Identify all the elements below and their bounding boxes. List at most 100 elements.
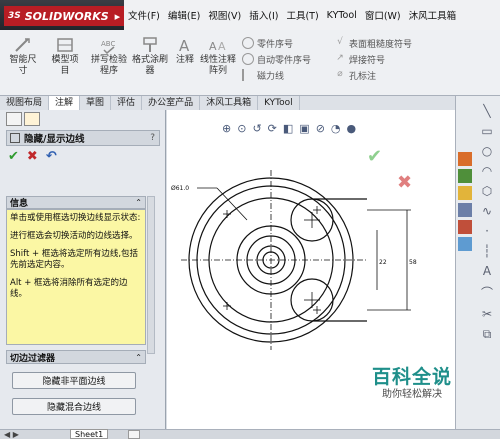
note-label: 注释 xyxy=(175,55,194,65)
sheet-tab[interactable]: Sheet1 xyxy=(70,429,109,439)
smart-dimension-label: 智能尺寸 xyxy=(9,55,37,76)
panel-header: 隐藏/显示边线 ? xyxy=(6,130,160,146)
note-icon: A xyxy=(179,37,190,54)
property-manager-tab-icon[interactable] xyxy=(24,112,40,126)
menu-tools[interactable]: 工具(T) xyxy=(282,8,322,22)
format-painter-label: 格式涂刷器 xyxy=(132,55,169,76)
info-line: 进行框选会切换活动的边线选择。 xyxy=(10,231,138,241)
line-tool-icon[interactable]: ╲ xyxy=(483,104,490,118)
file-explorer-icon[interactable] xyxy=(458,186,472,200)
menu-edit[interactable]: 编辑(E) xyxy=(164,8,204,22)
ok-check-icon[interactable]: ✔ xyxy=(8,150,19,164)
custom-properties-icon[interactable] xyxy=(458,237,472,251)
filter-header-label: 切边过滤器 xyxy=(10,353,56,364)
menu-mufeng[interactable]: 沐风工具箱 xyxy=(405,8,461,22)
menu-bar: 文件(F) 编辑(E) 视图(V) 插入(I) 工具(T) KYTool 窗口(… xyxy=(124,0,500,30)
panel-title: 隐藏/显示边线 xyxy=(24,134,85,145)
dimension-58[interactable]: 58 xyxy=(409,259,417,266)
add-sheet-icon[interactable] xyxy=(128,430,140,439)
ds-logo-icon: 3S xyxy=(8,11,21,21)
tab-evaluate[interactable]: 评估 xyxy=(111,96,143,110)
hide-nonplanar-edges-button[interactable]: 隐藏非平面边线 xyxy=(12,372,136,389)
tab-sketch[interactable]: 草图 xyxy=(80,96,112,110)
filter-header[interactable]: 切边过滤器 ⌃ xyxy=(6,350,146,364)
watermark-subtitle: 助你轻松解决 xyxy=(382,389,442,400)
hide-blend-edges-button[interactable]: 隐藏混合边线 xyxy=(12,398,136,415)
hide-show-edges-icon xyxy=(10,133,20,143)
text-tool-icon[interactable]: A xyxy=(483,264,491,278)
linear-note-pattern-button[interactable]: AA 线性注释阵列 xyxy=(200,36,236,77)
info-header[interactable]: 信息 ⌃ xyxy=(6,196,146,209)
rectangle-tool-icon[interactable]: ▭ xyxy=(481,124,492,138)
menu-window[interactable]: 窗口(W) xyxy=(361,8,405,22)
spline-tool-icon[interactable]: ∿ xyxy=(482,204,492,218)
format-painter-button[interactable]: 格式涂刷器 xyxy=(132,36,168,77)
point-tool-icon[interactable]: · xyxy=(485,224,489,238)
panel-tab-strip xyxy=(6,112,46,126)
spell-check-icon: ABC xyxy=(101,40,115,54)
sheet-nav-arrows[interactable]: ◀ ▶ xyxy=(4,430,19,439)
menu-view[interactable]: 视图(V) xyxy=(204,8,245,22)
tab-mufeng[interactable]: 沐风工具箱 xyxy=(200,96,259,110)
panel-actions: ✔ ✖ ↶ xyxy=(8,150,57,164)
auto-balloon-button[interactable]: 自动零件序号 xyxy=(242,51,311,67)
watermark-title: 百科全说 xyxy=(371,366,452,388)
hole-callout-button[interactable]: ⌀ 孔标注 xyxy=(334,67,412,83)
smart-dimension-button[interactable]: 智能尺寸 xyxy=(6,36,40,77)
logo-text: SOLIDWORKS xyxy=(24,9,109,23)
note-button[interactable]: A 注释 xyxy=(172,36,198,66)
menu-file[interactable]: 文件(F) xyxy=(124,8,164,22)
solidworks-logo[interactable]: 3S SOLIDWORKS ▸ xyxy=(4,6,124,26)
design-library-icon[interactable] xyxy=(458,169,472,183)
property-manager: 隐藏/显示边线 ? ✔ ✖ ↶ 信息 ⌃ 单击或使用框选切换边线显示状态: 进行… xyxy=(0,110,166,429)
spell-check-label: 拼写检验程序 xyxy=(90,55,127,76)
tab-annotation[interactable]: 注解 xyxy=(49,96,81,110)
circle-tool-icon[interactable]: ○ xyxy=(482,144,492,158)
help-icon[interactable]: ? xyxy=(150,133,155,143)
surface-finish-button[interactable]: √ 表面粗糙度符号 xyxy=(334,35,412,51)
undo-icon[interactable]: ↶ xyxy=(46,150,57,164)
model-items-label: 模型项目 xyxy=(51,55,79,76)
home-icon[interactable] xyxy=(458,152,472,166)
smart-dimension-icon xyxy=(15,38,30,52)
balloon-group: 零件序号 自动零件序号 磁力线 xyxy=(242,35,311,83)
arc-tool-icon[interactable]: ◠ xyxy=(482,164,492,178)
weld-symbol-button[interactable]: ↗ 焊接符号 xyxy=(334,51,412,67)
surface-finish-icon: √ xyxy=(337,37,343,47)
svg-text:A: A xyxy=(209,40,217,53)
spell-check-button[interactable]: ABC 拼写检验程序 xyxy=(90,36,128,77)
fillet-tool-icon[interactable]: ⌒ xyxy=(481,284,493,301)
centerline-tool-icon[interactable]: ┆ xyxy=(483,244,490,258)
collapse-icon[interactable]: ⌃ xyxy=(135,198,142,207)
format-painter-icon xyxy=(143,37,157,52)
task-pane-tabs xyxy=(458,152,474,272)
svg-text:A: A xyxy=(218,40,226,53)
diameter-dimension[interactable]: Ø61.0 xyxy=(171,185,189,192)
trim-tool-icon[interactable]: ✂ xyxy=(482,307,492,321)
cancel-x-icon[interactable]: ✖ xyxy=(27,150,38,164)
menu-insert[interactable]: 插入(I) xyxy=(245,8,282,22)
panel-scrollbar[interactable] xyxy=(147,196,155,354)
feature-tree-tab-icon[interactable] xyxy=(6,112,22,126)
balloon-button[interactable]: 零件序号 xyxy=(242,35,311,51)
magnetic-line-button[interactable]: 磁力线 xyxy=(242,67,311,83)
auto-balloon-label: 自动零件序号 xyxy=(257,55,312,66)
menu-kytool[interactable]: KYTool xyxy=(323,10,361,21)
mirror-tool-icon[interactable]: ⧉ xyxy=(483,327,492,342)
weld-symbol-icon: ↗ xyxy=(336,53,344,63)
svg-text:A: A xyxy=(179,37,190,54)
info-box: 单击或使用框选切换边线显示状态: 进行框选会切换活动的边线选择。 Shift +… xyxy=(6,209,146,345)
info-line: Alt + 框选将消除所有选定的边线。 xyxy=(10,278,128,299)
view-palette-icon[interactable] xyxy=(458,203,472,217)
polygon-tool-icon[interactable]: ⬡ xyxy=(482,184,492,198)
model-items-button[interactable]: 模型项目 xyxy=(48,36,82,77)
appearances-icon[interactable] xyxy=(458,220,472,234)
tab-office-products[interactable]: 办公室产品 xyxy=(142,96,201,110)
dimension-22[interactable]: 22 xyxy=(379,259,387,266)
tab-kytool[interactable]: KYTool xyxy=(258,96,300,110)
info-line: Shift + 框选将选定所有边线,包括先前选定内容。 xyxy=(10,249,139,270)
menu-arrow-icon[interactable]: ▸ xyxy=(115,10,121,23)
tab-view-layout[interactable]: 视图布局 xyxy=(0,96,50,110)
collapse-icon[interactable]: ⌃ xyxy=(135,353,142,362)
sketch-tools: ╲ ▭ ○ ◠ ⬡ ∿ · ┆ A ⌒ ✂ ⧉ xyxy=(476,104,498,404)
